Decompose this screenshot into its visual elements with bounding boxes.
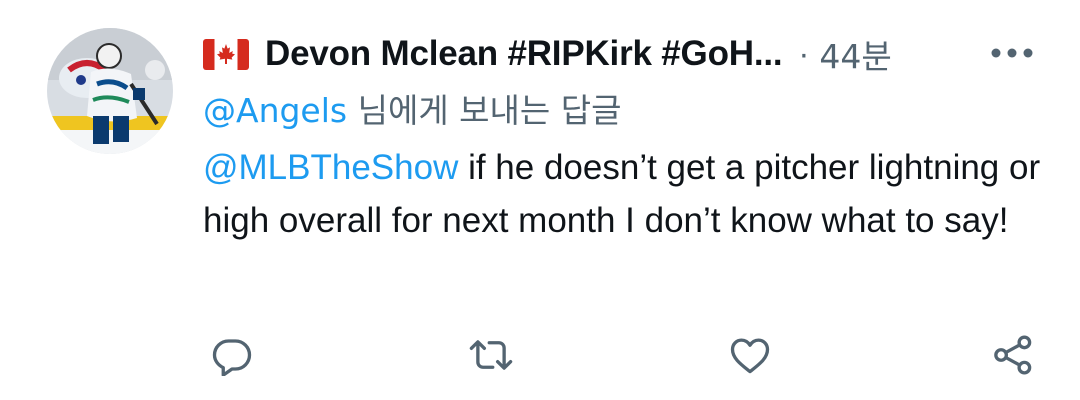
display-name[interactable]: Devon Mclean #RIPKirk #GoH... — [265, 34, 783, 74]
avatar[interactable] — [47, 28, 173, 154]
tweet-text: @MLBTheShow if he doesn’t get a pitcher … — [203, 141, 1043, 247]
separator-dot: · — [798, 35, 810, 72]
retweet-button[interactable] — [466, 330, 516, 380]
share-button[interactable] — [988, 330, 1038, 380]
timestamp[interactable]: 44분 — [819, 30, 891, 78]
more-options-button[interactable] — [985, 36, 1039, 70]
like-icon — [730, 338, 770, 374]
reply-button[interactable] — [207, 330, 257, 380]
tweet[interactable]: Devon Mclean #RIPKirk #GoH... · 44분 @Ang… — [0, 0, 1080, 400]
hockey-player-avatar-image — [47, 28, 173, 154]
reply-icon — [212, 339, 252, 376]
reply-context-suffix: 님에게 보내는 답글 — [347, 91, 622, 130]
tweet-header: Devon Mclean #RIPKirk #GoH... · 44분 — [203, 30, 892, 78]
tweet-actions — [0, 330, 1080, 380]
canada-flag-icon — [203, 38, 249, 70]
reply-context: @Angels 님에게 보내는 답글 — [203, 86, 621, 136]
more-dots-icon — [991, 48, 1033, 58]
like-button[interactable] — [725, 330, 775, 380]
retweet-icon — [469, 340, 513, 370]
reply-to-handle-link[interactable]: @Angels — [203, 91, 347, 130]
share-icon — [994, 335, 1032, 375]
mention-link[interactable]: @MLBTheShow — [203, 148, 458, 187]
